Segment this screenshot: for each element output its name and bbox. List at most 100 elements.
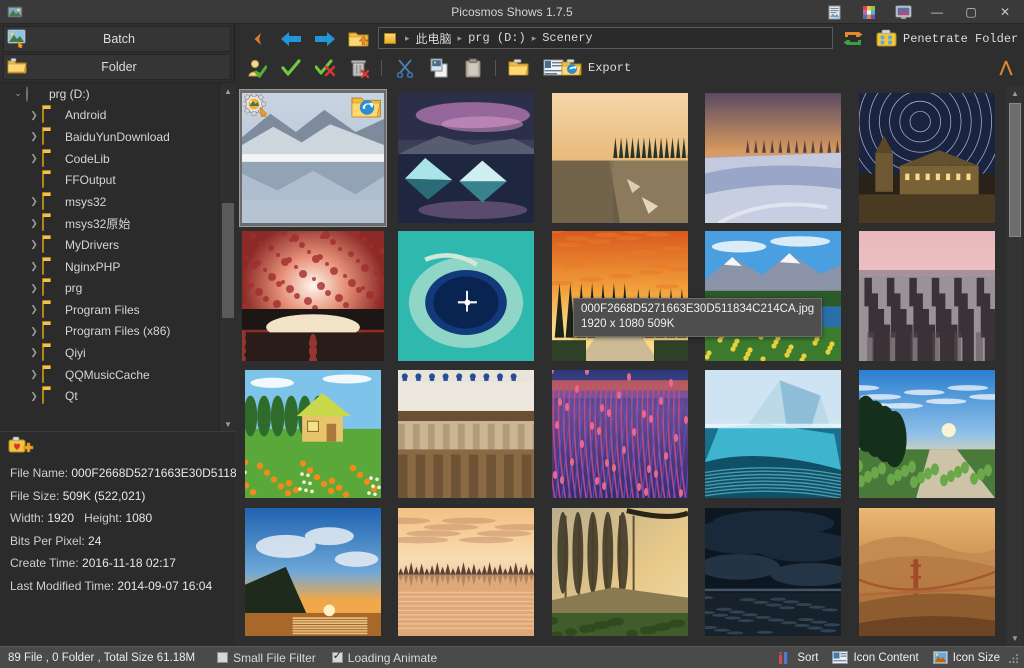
thumbnail-cell[interactable]: [853, 503, 1001, 641]
thumbnail-cell[interactable]: [239, 89, 387, 227]
chevron-right-icon[interactable]: ❯: [26, 153, 42, 164]
edit-gear-icon[interactable]: [243, 93, 271, 117]
resize-grip-icon[interactable]: [1008, 652, 1020, 664]
chevron-right-icon[interactable]: ❯: [26, 131, 42, 142]
chevron-right-icon[interactable]: ❯: [26, 283, 42, 294]
tree-node-prg[interactable]: ❯prg: [0, 277, 219, 299]
check-icon[interactable]: [278, 55, 304, 80]
chevron-right-icon[interactable]: ❯: [26, 196, 42, 207]
tree-node-qt[interactable]: ❯Qt: [0, 385, 219, 407]
grid-scroll-up-icon[interactable]: ▲: [1007, 86, 1023, 101]
tree-node-mydrivers[interactable]: ❯MyDrivers: [0, 234, 219, 256]
tree-scroll-up-icon[interactable]: ▲: [220, 83, 235, 99]
chevron-down-icon[interactable]: ⌄: [10, 88, 26, 99]
chevron-right-icon[interactable]: ❯: [26, 239, 42, 250]
cut-scissors-icon[interactable]: [392, 55, 418, 80]
icon-size-button[interactable]: Icon Size: [933, 651, 1000, 664]
breadcrumb-item-2[interactable]: Scenery: [542, 31, 592, 45]
grid-scroll-thumb[interactable]: [1009, 103, 1021, 237]
palette-icon[interactable]: [852, 0, 886, 24]
close-button[interactable]: ✕: [988, 0, 1022, 24]
chevron-right-icon[interactable]: ❯: [26, 261, 42, 272]
thumbnail-cell[interactable]: [853, 365, 1001, 503]
refresh-icon[interactable]: [840, 27, 866, 50]
thumbnail-cell[interactable]: [239, 503, 387, 641]
tree-node-baiduyundownload[interactable]: ❯BaiduYunDownload: [0, 126, 219, 148]
delete-trash-icon[interactable]: [346, 55, 372, 80]
folder-button[interactable]: Folder: [3, 54, 231, 80]
thumbnail-image-star-trails-castle[interactable]: [859, 93, 995, 223]
chevron-right-icon[interactable]: ❯: [26, 391, 42, 402]
chevron-right-icon[interactable]: ❯: [26, 326, 42, 337]
checkbox-box[interactable]: [332, 652, 343, 663]
thumbnail-image-iceberg-lagoon-aurora[interactable]: [398, 93, 534, 223]
thumbnail-cell[interactable]: [393, 89, 541, 227]
collapse-toolbar-icon[interactable]: ⋀: [996, 57, 1016, 77]
thumbnail-cell[interactable]: [546, 503, 694, 641]
back-small-icon[interactable]: [246, 27, 270, 50]
thumbnail-image-misty-lake-sunrise[interactable]: [398, 508, 534, 636]
thumbnail-image-snow-dunes-twilight[interactable]: [705, 93, 841, 223]
paste-clipboard-icon[interactable]: [460, 55, 486, 80]
thumbnail-image-cottage-meadow-flowers[interactable]: [245, 370, 381, 498]
penetrate-folder-button[interactable]: Penetrate Folder: [876, 28, 1018, 49]
new-folder-icon[interactable]: [506, 55, 532, 80]
thumbnail-image-iceberg-underwater[interactable]: [705, 370, 841, 498]
minimize-button[interactable]: —: [920, 0, 954, 24]
tree-node-program-files-x86-[interactable]: ❯Program Files (x86): [0, 321, 219, 343]
checkbox-box[interactable]: [217, 652, 228, 663]
tree-node-msys32[interactable]: ❯msys32: [0, 191, 219, 213]
tree-node-msys32-[interactable]: ❯msys32原始: [0, 213, 219, 235]
icon-content-button[interactable]: Icon Content: [832, 651, 918, 664]
thumbnail-cell[interactable]: [546, 89, 694, 227]
thumbnail-image-ocean-sunset-cliff[interactable]: [245, 508, 381, 636]
chevron-right-icon[interactable]: ❯: [26, 110, 42, 121]
tree-node-program-files[interactable]: ❯Program Files: [0, 299, 219, 321]
copy-icon[interactable]: [426, 55, 452, 80]
uncheck-icon[interactable]: [312, 55, 338, 80]
chevron-right-icon[interactable]: ❯: [26, 347, 42, 358]
tree-scrollbar[interactable]: ▲ ▼: [219, 83, 235, 431]
thumbnail-cell[interactable]: [700, 89, 848, 227]
thumbnail-image-orange-sky-forest-path[interactable]: [552, 231, 688, 361]
tree-node-codelib[interactable]: ❯CodeLib: [0, 148, 219, 170]
thumbnail-image-dark-storm-clouds[interactable]: [705, 508, 841, 636]
thumbnail-cell[interactable]: [546, 227, 694, 365]
favorite-add-icon[interactable]: [8, 436, 36, 454]
thumbnail-cell[interactable]: [393, 503, 541, 641]
thumbnail-cell[interactable]: [700, 227, 848, 365]
loading-animate-checkbox[interactable]: Loading Animate: [332, 651, 437, 665]
breadcrumb-item-0[interactable]: 此电脑: [416, 30, 452, 47]
thumbnail-image-lakeside-sunset-forest[interactable]: [552, 93, 688, 223]
grid-scrollbar[interactable]: ▲ ▼: [1007, 86, 1023, 646]
breadcrumb-item-1[interactable]: prg (D:): [468, 31, 526, 45]
address-bar[interactable]: ▸ 此电脑 ▸ prg (D:) ▸ Scenery: [378, 27, 833, 49]
thumbnail-cell[interactable]: [546, 365, 694, 503]
thumbnail-image-mountain-valley-lake[interactable]: [705, 231, 841, 361]
tree-node-nginxphp[interactable]: ❯NginxPHP: [0, 256, 219, 278]
thumbnail-image-autumn-poplar-trees[interactable]: [552, 508, 688, 636]
thumbnail-image-sepia-terrain-texture[interactable]: [398, 370, 534, 498]
thumbnail-image-blue-hole-aerial[interactable]: [398, 231, 534, 361]
thumbnail-image-blue-sky-country-path[interactable]: [859, 370, 995, 498]
thumbnail-image-wooden-pilings-pink-sky[interactable]: [859, 231, 995, 361]
chevron-right-icon[interactable]: ❯: [26, 369, 42, 380]
export-button[interactable]: Export: [561, 56, 631, 79]
thumbnail-cell[interactable]: [239, 227, 387, 365]
batch-button[interactable]: Batch: [3, 26, 231, 52]
thumbnail-cell[interactable]: [393, 365, 541, 503]
chevron-right-icon[interactable]: ❯: [26, 218, 42, 229]
forward-arrow-icon[interactable]: [312, 27, 338, 50]
thumbnail-cell[interactable]: [393, 227, 541, 365]
back-arrow-icon[interactable]: [278, 27, 304, 50]
thumbnail-cell[interactable]: [239, 365, 387, 503]
tree-scroll-thumb[interactable]: [222, 203, 234, 318]
thumbnail-image-purple-frost-grass[interactable]: [552, 370, 688, 498]
screen-icon[interactable]: [886, 0, 920, 24]
thumbnail-image-red-foliage-tunnel[interactable]: [242, 231, 384, 361]
sort-button[interactable]: Sort: [778, 651, 818, 665]
small-file-filter-checkbox[interactable]: Small File Filter: [217, 651, 316, 665]
thumbnail-cell[interactable]: [853, 89, 1001, 227]
tree-node-qiyi[interactable]: ❯Qiyi: [0, 342, 219, 364]
tree-scroll-down-icon[interactable]: ▼: [220, 416, 235, 431]
